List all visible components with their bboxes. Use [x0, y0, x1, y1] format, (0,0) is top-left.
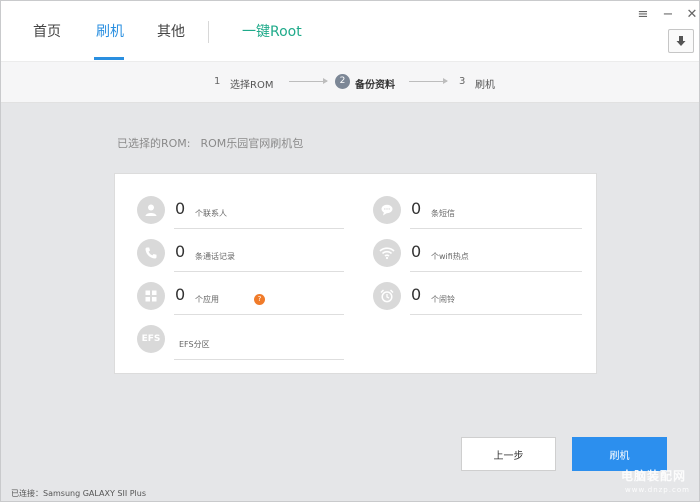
menu-icon[interactable]: ≡: [636, 7, 650, 22]
underline: [410, 271, 582, 272]
flash-button[interactable]: 刷机: [572, 437, 667, 471]
active-tab-indicator: [94, 57, 124, 60]
backup-item-apps[interactable]: 0 个应用 ?: [137, 282, 347, 322]
underline: [410, 228, 582, 229]
apps-count: 0: [175, 285, 186, 304]
efs-label: EFS分区: [179, 340, 210, 349]
wifi-label: 个wifi热点: [431, 252, 469, 261]
backup-item-alarms[interactable]: 0 个闹铃: [373, 282, 583, 322]
tab-flash[interactable]: 刷机: [96, 21, 124, 41]
selected-rom-value: ROM乐园官网刷机包: [200, 137, 304, 150]
close-icon[interactable]: ✕: [685, 7, 699, 22]
progress-steps: 1 选择ROM 2 备份资料 3 刷机: [1, 61, 699, 103]
top-nav: 首页 刷机 其他 一键Root ≡ − ✕: [1, 1, 699, 61]
apps-label: 个应用: [195, 295, 219, 304]
sms-label: 条短信: [431, 209, 455, 218]
step-arrow-icon: [289, 78, 328, 84]
step-3-number: 3: [459, 76, 466, 87]
download-button[interactable]: [668, 29, 694, 53]
alarms-count: 0: [411, 285, 422, 304]
backup-item-calls[interactable]: 0 条通话记录: [137, 239, 347, 279]
app-window: 首页 刷机 其他 一键Root ≡ − ✕ 1 选择ROM 2 备份资料 3 刷…: [0, 0, 700, 502]
step-2-number: 2: [335, 74, 350, 89]
download-arrow-icon: [676, 36, 686, 46]
calls-count: 0: [175, 242, 186, 261]
person-icon: [137, 196, 165, 224]
message-icon: [373, 196, 401, 224]
backup-item-wifi[interactable]: 0 个wifi热点: [373, 239, 583, 279]
tab-other[interactable]: 其他: [157, 21, 185, 41]
backup-card: 0 个联系人 0 条短信 0 条通话记录 0 个wifi热点 0 个应用 ? 0…: [114, 173, 597, 374]
underline: [174, 271, 344, 272]
step-arrow-icon: [409, 78, 448, 84]
apps-icon: [137, 282, 165, 310]
wifi-count: 0: [411, 242, 422, 261]
step-2-label: 备份资料: [355, 80, 395, 91]
underline: [410, 314, 582, 315]
contacts-count: 0: [175, 199, 186, 218]
alarm-icon: [373, 282, 401, 310]
backup-item-sms[interactable]: 0 条短信: [373, 196, 583, 236]
help-icon[interactable]: ?: [254, 294, 265, 305]
wifi-icon: [373, 239, 401, 267]
efs-icon: EFS: [137, 325, 165, 353]
contacts-label: 个联系人: [195, 209, 227, 218]
step-1-number: 1: [214, 76, 221, 87]
minimize-icon[interactable]: −: [661, 7, 675, 22]
calls-label: 条通话记录: [195, 252, 235, 261]
underline: [174, 359, 344, 360]
underline: [174, 314, 344, 315]
watermark-url: www.dnzp.com: [625, 486, 690, 494]
selected-rom: 已选择的ROM: ROM乐园官网刷机包: [117, 135, 303, 151]
selected-rom-label: 已选择的ROM:: [117, 137, 191, 150]
underline: [174, 228, 344, 229]
alarms-label: 个闹铃: [431, 295, 455, 304]
previous-step-button[interactable]: 上一步: [461, 437, 556, 471]
tab-divider: [208, 21, 209, 43]
tab-one-click-root[interactable]: 一键Root: [242, 21, 302, 41]
step-1-label: 选择ROM: [230, 80, 274, 91]
phone-icon: [137, 239, 165, 267]
backup-item-contacts[interactable]: 0 个联系人: [137, 196, 347, 236]
backup-item-efs[interactable]: EFS EFS分区: [137, 325, 347, 365]
tab-home[interactable]: 首页: [33, 21, 61, 41]
connection-status: 已连接：Samsung GALAXY SII Plus: [11, 489, 147, 498]
step-3-label: 刷机: [475, 80, 495, 91]
sms-count: 0: [411, 199, 422, 218]
watermark: 电脑装配网: [621, 469, 687, 483]
